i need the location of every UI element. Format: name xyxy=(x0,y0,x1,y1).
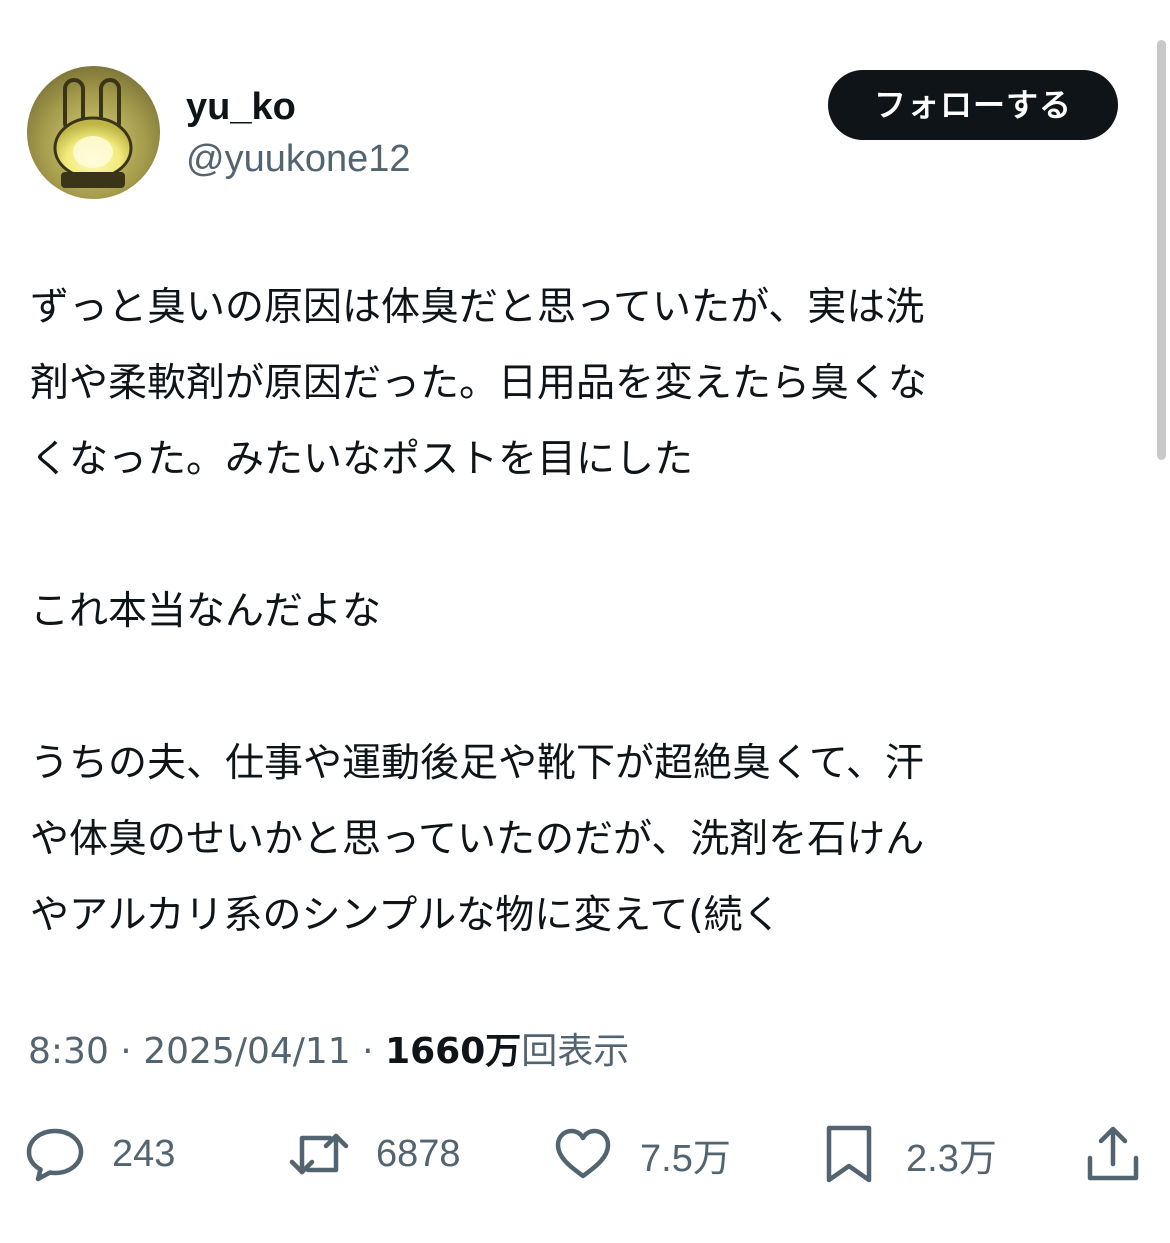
tweet-date[interactable]: 2025/04/11 xyxy=(143,1031,351,1072)
reply-count: 243 xyxy=(112,1132,176,1175)
tweet-blank-line xyxy=(30,498,1130,574)
like-button[interactable]: 7.5万 xyxy=(552,1124,731,1184)
tweet-line: これ本当なんだよな xyxy=(30,589,382,634)
tweet-line: ずっと臭いの原因は体臭だと思っていたが、実は洗 xyxy=(30,285,925,330)
avatar-image xyxy=(27,66,160,199)
repost-button[interactable]: 6878 xyxy=(288,1124,461,1184)
follow-button[interactable]: フォローする xyxy=(828,70,1118,140)
bookmark-icon xyxy=(818,1124,880,1184)
tweet-line: くなった。みたいなポストを目にした xyxy=(30,437,694,482)
tweet-line: 剤や柔軟剤が原因だった。日用品を変えたら臭くな xyxy=(30,361,928,406)
tweet-time[interactable]: 8:30 xyxy=(28,1031,109,1072)
bookmark-button[interactable]: 2.3万 xyxy=(818,1124,997,1184)
tweet-line: やアルカリ系のシンプルな物に変えて(続く xyxy=(30,893,782,938)
like-count: 7.5万 xyxy=(640,1137,731,1180)
reply-icon xyxy=(24,1124,86,1184)
heart-icon xyxy=(552,1124,614,1184)
tweet-line: や体臭のせいかと思っていたのだが、洗剤を石けん xyxy=(30,817,925,862)
share-icon xyxy=(1082,1124,1144,1184)
display-name[interactable]: yu_ko xyxy=(186,84,296,130)
tweet-line: うちの夫、仕事や運動後足や靴下が超絶臭くて、汗 xyxy=(30,741,924,786)
scrollbar[interactable] xyxy=(1157,40,1166,460)
user-handle[interactable]: @yuukone12 xyxy=(186,136,411,182)
avatar[interactable] xyxy=(27,66,160,199)
repost-count: 6878 xyxy=(376,1132,461,1175)
tweet-meta: 8:30 · 2025/04/11 · 1660万回表示 xyxy=(28,1028,629,1076)
views-label: 回表示 xyxy=(521,1031,630,1072)
tweet-blank-line xyxy=(30,650,1130,726)
meta-separator: · xyxy=(120,1031,132,1072)
bookmark-count: 2.3万 xyxy=(906,1137,997,1180)
share-button[interactable] xyxy=(1082,1124,1144,1184)
tweet-text: ずっと臭いの原因は体臭だと思っていたが、実は洗 剤や柔軟剤が原因だった。日用品を変… xyxy=(30,270,1130,954)
reply-button[interactable]: 243 xyxy=(24,1124,175,1184)
repost-icon xyxy=(288,1124,350,1184)
meta-separator: · xyxy=(362,1031,374,1072)
views-count: 1660万 xyxy=(385,1031,522,1072)
